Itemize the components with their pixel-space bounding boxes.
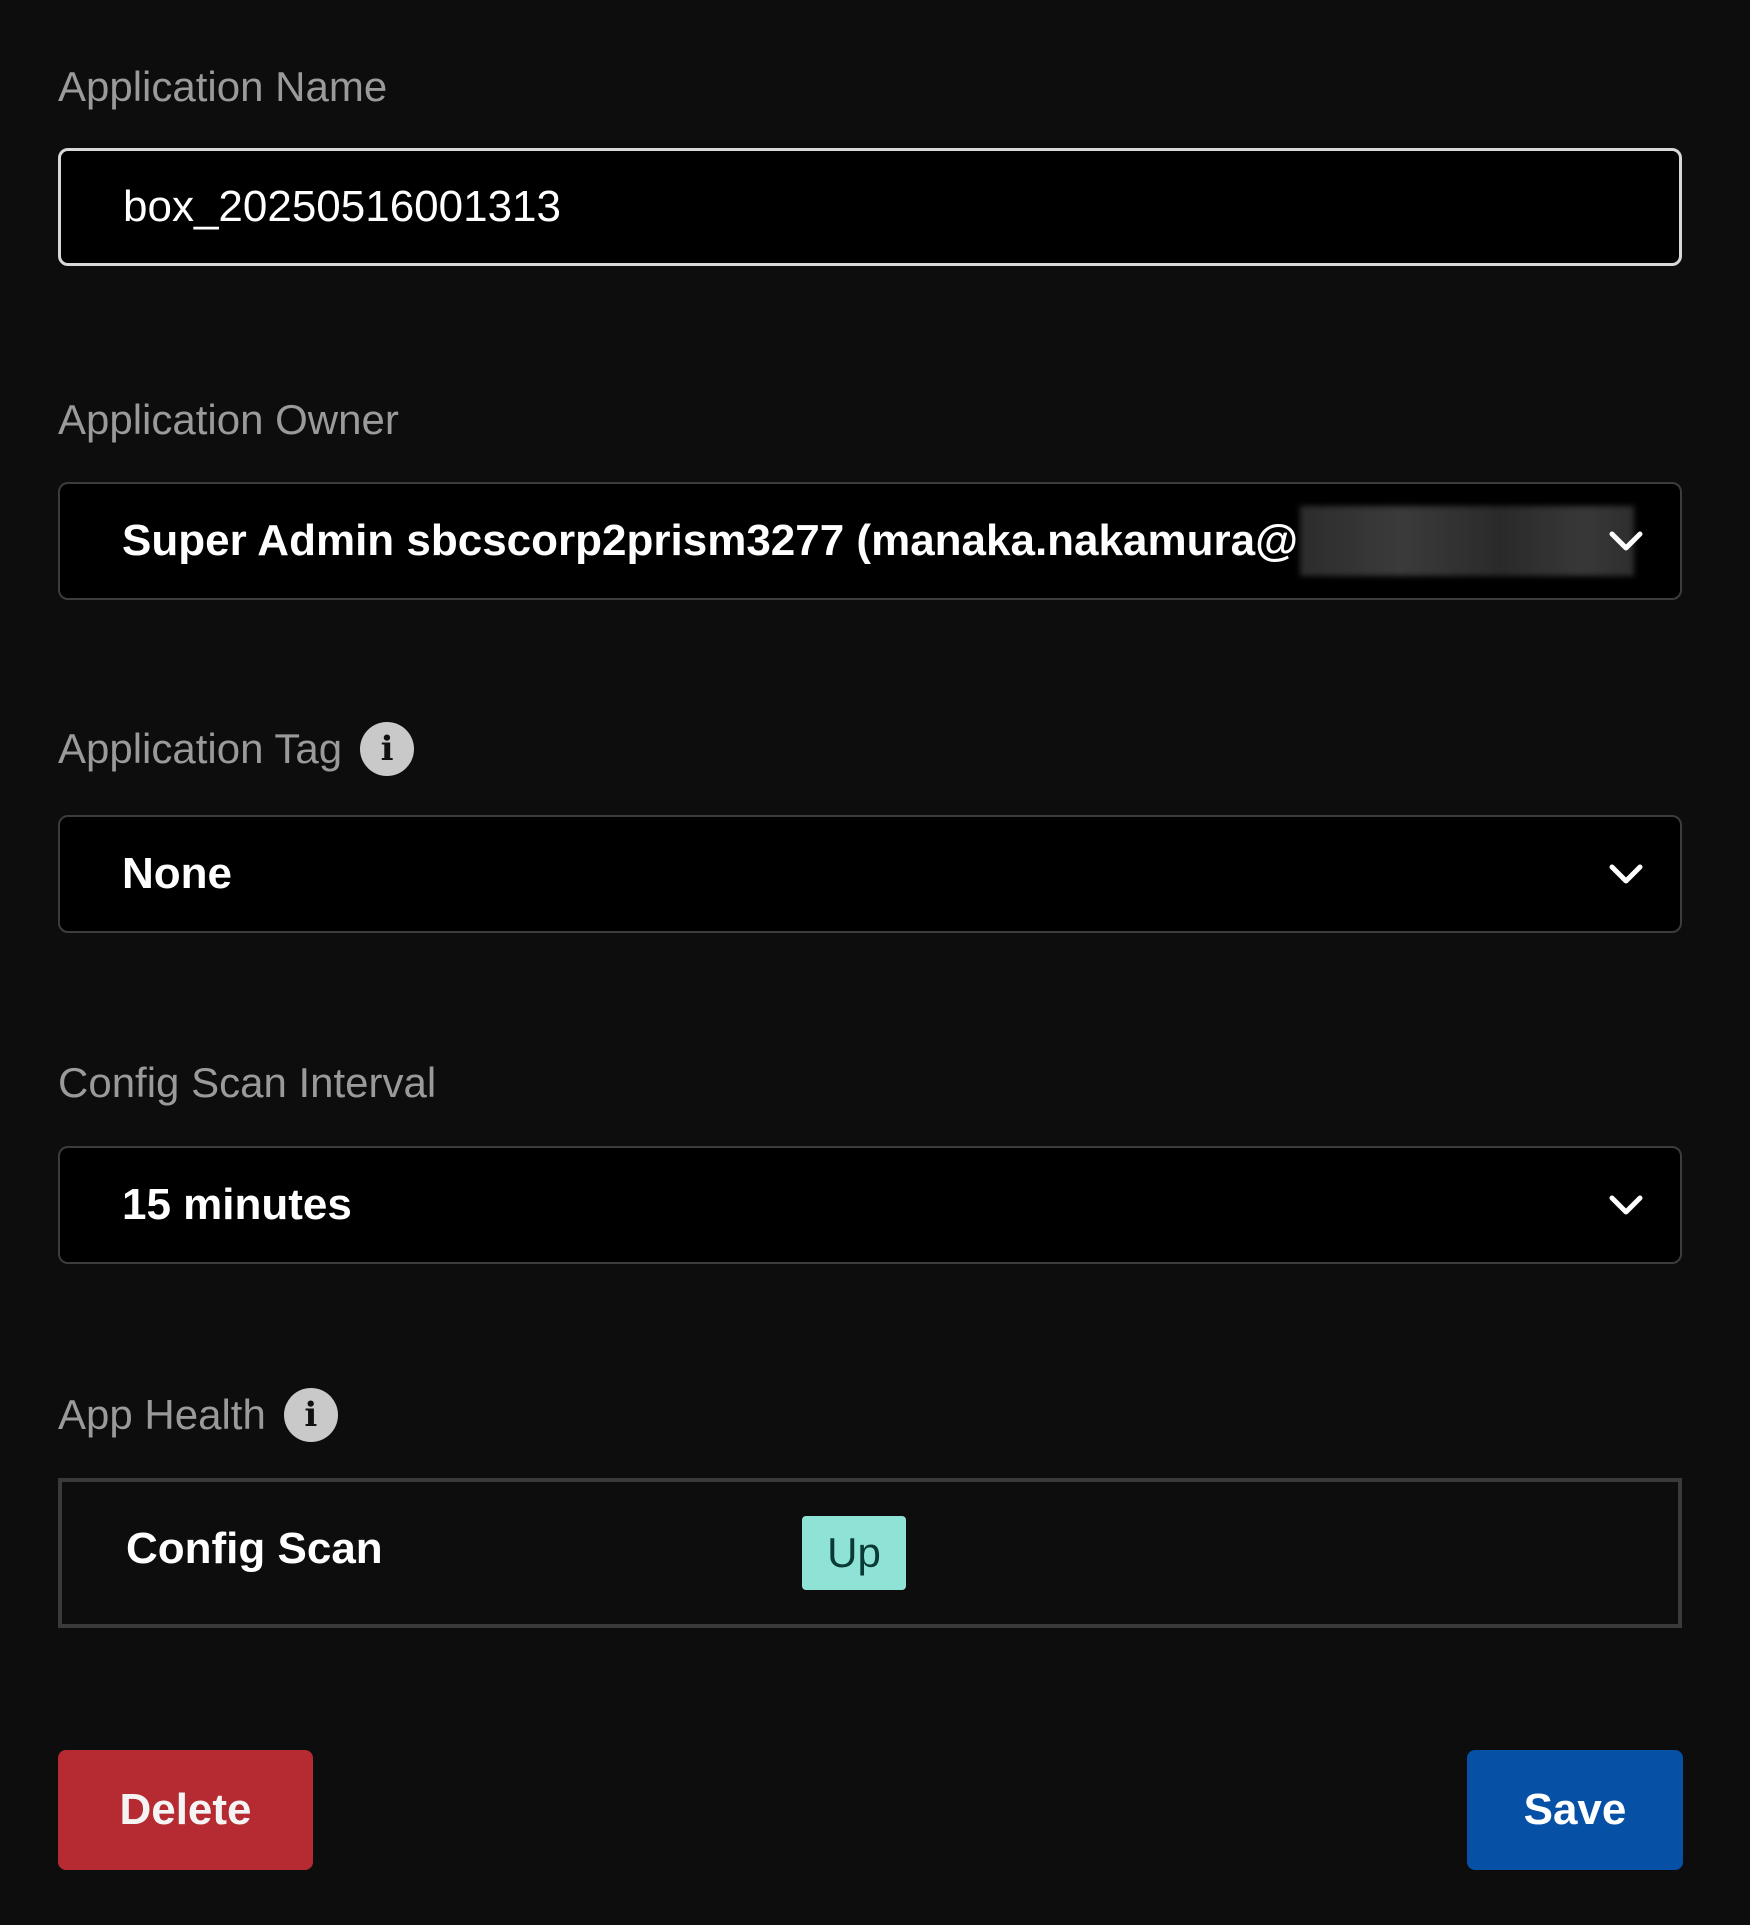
- app-name-label: Application Name: [58, 66, 387, 108]
- redacted-email-domain: [1299, 506, 1634, 576]
- app-tag-label: Application Tag i: [58, 722, 415, 776]
- health-check-name: Config Scan: [126, 1524, 383, 1573]
- info-icon[interactable]: i: [283, 1388, 338, 1442]
- status-badge: Up: [802, 1516, 906, 1590]
- app-health-label: App Health i: [58, 1388, 338, 1442]
- save-button[interactable]: Save: [1467, 1750, 1683, 1870]
- app-name-value[interactable]: box_20250516001313: [123, 182, 561, 232]
- scan-interval-label: Config Scan Interval: [58, 1062, 436, 1104]
- app-tag-select[interactable]: None: [58, 815, 1682, 933]
- app-owner-label: Application Owner: [58, 399, 399, 441]
- app-owner-label-text: Application Owner: [58, 396, 399, 443]
- app-health-label-text: App Health: [58, 1391, 266, 1438]
- app-tag-label-text: Application Tag: [58, 725, 343, 772]
- scan-interval-value: 15 minutes: [122, 1180, 352, 1229]
- app-health-panel: Config Scan Up: [58, 1478, 1682, 1628]
- scan-interval-label-text: Config Scan Interval: [58, 1059, 437, 1106]
- info-icon[interactable]: i: [360, 722, 415, 776]
- app-tag-value: None: [122, 849, 232, 898]
- chevron-down-icon[interactable]: [1602, 850, 1650, 898]
- app-owner-value: Super Admin sbcscorp2prism3277 (manaka.n…: [122, 516, 1298, 565]
- app-owner-select[interactable]: Super Admin sbcscorp2prism3277 (manaka.n…: [58, 482, 1682, 600]
- app-name-label-text: Application Name: [58, 63, 388, 110]
- app-name-input[interactable]: box_20250516001313: [58, 148, 1682, 266]
- chevron-down-icon[interactable]: [1602, 1181, 1650, 1229]
- chevron-down-icon[interactable]: [1602, 517, 1650, 565]
- scan-interval-select[interactable]: 15 minutes: [58, 1146, 1682, 1264]
- delete-button[interactable]: Delete: [58, 1750, 313, 1870]
